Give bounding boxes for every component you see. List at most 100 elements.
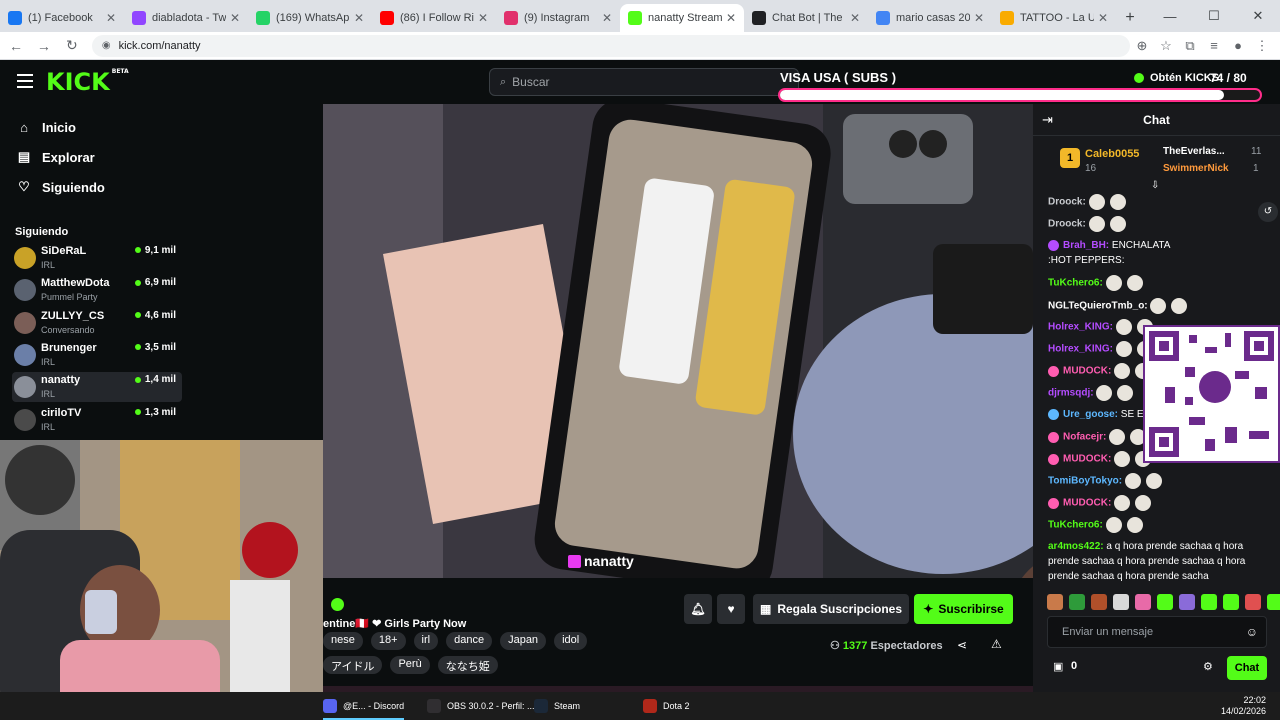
emoji-icon[interactable]: ☺ — [1246, 625, 1258, 639]
system-clock[interactable]: 22:02 14/02/2026 — [1221, 695, 1266, 717]
stream-tag[interactable]: nese — [323, 632, 363, 650]
kicks-wallet-icon[interactable]: ▣ — [1053, 660, 1063, 673]
address-bar[interactable]: ◉ kick.com/nanatty — [91, 34, 1130, 57]
quick-emote-icon[interactable] — [1245, 594, 1261, 610]
stream-tag[interactable]: 18+ — [370, 632, 406, 650]
close-tab-icon[interactable]: ✕ — [354, 11, 364, 25]
reload-icon[interactable]: ↻ — [60, 37, 84, 54]
chat-username[interactable]: djrmsqdj: — [1048, 388, 1094, 399]
sidebar-followed-channel[interactable]: SiDeRaL IRL 9,1 mil — [12, 243, 182, 273]
close-window-icon[interactable]: ✕ — [1236, 0, 1280, 32]
stream-tag[interactable]: dance — [446, 632, 493, 650]
sidebar-followed-channel[interactable]: Brunenger IRL 3,5 mil — [12, 340, 182, 370]
chat-username[interactable]: Brah_BH: — [1063, 240, 1109, 251]
extensions-icon[interactable]: ⧉ — [1178, 38, 1202, 54]
video-player[interactable] — [323, 104, 1033, 578]
kick-logo[interactable]: KICK BETA — [46, 68, 129, 96]
quick-emote-icon[interactable] — [1113, 594, 1129, 610]
report-icon[interactable]: ⚠ — [991, 637, 1002, 651]
new-tab-icon[interactable]: + — [1116, 4, 1144, 32]
undo-icon[interactable]: ↺ — [1258, 202, 1278, 222]
quick-emote-icon[interactable] — [1201, 594, 1217, 610]
sidebar-item-siguiendo[interactable]: ♡ Siguiendo — [16, 179, 105, 195]
chat-username[interactable]: Holrex_KING: — [1048, 322, 1113, 333]
chat-message-input[interactable]: Enviar un mensaje ☺ — [1047, 616, 1267, 648]
close-tab-icon[interactable]: ✕ — [974, 11, 984, 25]
browser-tab[interactable]: (9) Instagram ✕ — [496, 4, 620, 32]
sidebar-followed-channel[interactable]: nanatty IRL 1,4 mil — [12, 372, 182, 403]
browser-tab[interactable]: mario casas 2026 - B ✕ — [868, 4, 992, 32]
chat-username[interactable]: Ure_goose: — [1063, 409, 1118, 420]
browser-tab[interactable]: TATTOO - La Unica Tr ✕ — [992, 4, 1116, 32]
chat-settings-icon[interactable]: ⚙ — [1203, 660, 1213, 673]
chat-username[interactable]: TuKchero6: — [1048, 278, 1103, 289]
quick-emote-icon[interactable] — [1179, 594, 1195, 610]
profile-icon[interactable]: ● — [1226, 38, 1250, 54]
quick-emote-icon[interactable] — [1223, 594, 1239, 610]
browser-tab[interactable]: (169) WhatsApp ✕ — [248, 4, 372, 32]
sidebar-item-explorar[interactable]: ▤ Explorar — [16, 149, 95, 165]
browser-tab[interactable]: (1) Facebook ✕ — [0, 4, 124, 32]
leader-second-user[interactable]: TheEverlas... — [1163, 146, 1225, 157]
taskbar-app[interactable]: @E... - Discord — [323, 699, 405, 720]
stream-tag[interactable]: ななち姫 — [437, 656, 498, 674]
search-input[interactable]: ⌕ Buscar — [489, 68, 799, 96]
leader-top-user[interactable]: Caleb0055 — [1085, 148, 1139, 160]
minimize-icon[interactable]: — — [1148, 0, 1192, 32]
close-tab-icon[interactable]: ✕ — [230, 11, 240, 25]
sidebar-followed-channel[interactable]: MatthewDota Pummel Party 6,9 mil — [12, 275, 182, 305]
close-tab-icon[interactable]: ✕ — [106, 11, 116, 25]
leader-third-user[interactable]: SwimmerNick — [1163, 163, 1229, 174]
close-tab-icon[interactable]: ✕ — [1098, 11, 1108, 25]
taskbar-app[interactable]: OBS 30.0.2 - Perfil: ... — [427, 699, 535, 713]
sidebar-item-inicio[interactable]: ⌂ Inicio — [16, 120, 76, 135]
chat-username[interactable]: Holrex_KING: — [1048, 344, 1113, 355]
close-tab-icon[interactable]: ✕ — [726, 11, 736, 25]
quick-emote-icon[interactable] — [1157, 594, 1173, 610]
chat-username[interactable]: MUDOCK: — [1063, 454, 1111, 465]
stream-tag[interactable]: Perù — [390, 656, 430, 674]
browser-tab[interactable]: nanatty Stream - ✕ — [620, 4, 744, 32]
close-tab-icon[interactable]: ✕ — [850, 11, 860, 25]
hamburger-menu-icon[interactable] — [17, 74, 33, 88]
chat-username[interactable]: NGLTeQuieroTmb_o: — [1048, 301, 1148, 312]
gift-subs-button[interactable]: ▦ Regala Suscripciones — [753, 594, 909, 624]
browser-tab[interactable]: (86) I Follow Rivers - ✕ — [372, 4, 496, 32]
chat-username[interactable]: ar4mos422: — [1048, 541, 1104, 552]
quick-emote-icon[interactable] — [1267, 594, 1280, 610]
taskbar-app[interactable]: Steam — [534, 699, 580, 713]
share-icon[interactable]: ⋖ — [957, 638, 967, 652]
back-icon[interactable]: ← — [4, 38, 28, 54]
follow-heart-button[interactable]: ♥ — [717, 594, 745, 624]
chat-username[interactable]: TomiBoyTokyo: — [1048, 476, 1122, 487]
notification-bell-button[interactable]: 🔔︎ — [684, 594, 712, 624]
menu-dots-icon[interactable]: ⋮ — [1250, 38, 1274, 54]
chat-username[interactable]: MUDOCK: — [1063, 366, 1111, 377]
quick-emote-icon[interactable] — [1135, 594, 1151, 610]
chat-username[interactable]: TuKchero6: — [1048, 520, 1103, 531]
chat-username[interactable]: Droock: — [1048, 219, 1086, 230]
browser-tab[interactable]: diabladota - Twitch ✕ — [124, 4, 248, 32]
close-tab-icon[interactable]: ✕ — [478, 11, 488, 25]
browser-tab[interactable]: Chat Bot | The best C ✕ — [744, 4, 868, 32]
stream-tag[interactable]: idol — [554, 632, 588, 650]
maximize-icon[interactable]: ☐ — [1192, 0, 1236, 32]
quick-emote-icon[interactable] — [1091, 594, 1107, 610]
bookmark-star-icon[interactable]: ☆ — [1154, 38, 1178, 54]
send-chat-button[interactable]: Chat — [1227, 656, 1267, 680]
forward-icon[interactable]: → — [32, 38, 56, 54]
chat-username[interactable]: MUDOCK: — [1063, 498, 1111, 509]
chat-username[interactable]: Droock: — [1048, 197, 1086, 208]
stream-tag[interactable]: Japan — [500, 632, 547, 650]
stream-tag[interactable]: irl — [413, 632, 439, 650]
quick-emote-icon[interactable] — [1047, 594, 1063, 610]
quick-emote-icon[interactable] — [1069, 594, 1085, 610]
get-kicks-button[interactable]: Obtén KICKS — [1134, 72, 1219, 84]
close-tab-icon[interactable]: ✕ — [602, 11, 612, 25]
subscribe-button[interactable]: ✦ Suscribirse — [914, 594, 1013, 624]
chat-username[interactable]: Nofacejr: — [1063, 432, 1106, 443]
site-info-icon[interactable]: ◉ — [102, 40, 111, 51]
stream-tag[interactable]: アイドル — [323, 656, 383, 674]
sidebar-followed-channel[interactable]: ZULLYY_CS Conversando 4,6 mil — [12, 308, 182, 338]
taskbar-app[interactable]: Dota 2 — [643, 699, 690, 713]
